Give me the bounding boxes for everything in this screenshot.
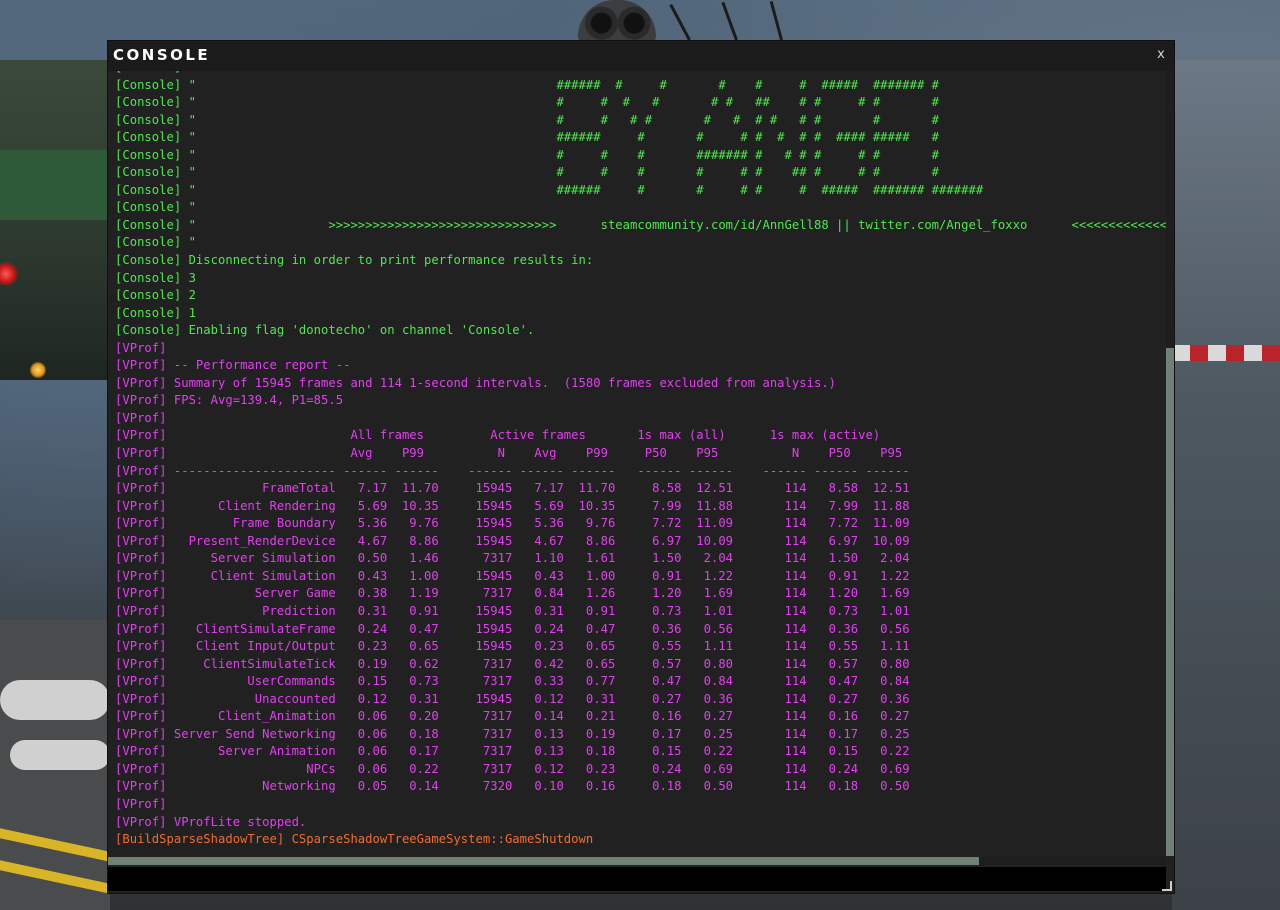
console-line: [VProf] ClientSimulateTick 0.19 0.62 731… <box>115 656 910 671</box>
console-line: [Console] " ###### # # # # # ##### #####… <box>115 182 984 197</box>
console-line: [VProf] NPCs 0.06 0.22 7317 0.12 0.23 0.… <box>115 761 910 776</box>
console-titlebar[interactable]: CONSOLE x <box>108 41 1174 71</box>
console-line: [VProf] Avg P99 N Avg P99 P50 P95 N P50 … <box>115 446 903 461</box>
console-line: [VProf] Present_RenderDevice 4.67 8.86 1… <box>115 533 910 548</box>
console-line: [VProf] Server Send Networking 0.06 0.18… <box>115 726 910 741</box>
console-line: [Console] Disconnecting in order to prin… <box>115 253 594 268</box>
console-line: [VProf] <box>115 410 167 425</box>
console-line: [VProf] UserCommands 0.15 0.73 7317 0.33… <box>115 674 910 689</box>
console-line: [BuildSparseShadowTree] CSparseShadowTre… <box>115 832 594 847</box>
console-line: [VProf] ClientSimulateFrame 0.24 0.47 15… <box>115 621 910 636</box>
console-line: [VProf] All frames Active frames 1s max … <box>115 428 881 443</box>
bg-road-marking <box>0 680 110 720</box>
console-line: [VProf] FrameTotal 7.17 11.70 15945 7.17… <box>115 481 910 496</box>
console-line: [Console] " <box>115 235 196 250</box>
bg-antenna <box>721 1 738 41</box>
console-line: [VProf] <box>115 340 167 355</box>
vertical-scrollbar-thumb[interactable] <box>1166 348 1174 856</box>
console-line: [VProf] Server Simulation 0.50 1.46 7317… <box>115 551 910 566</box>
console-line: [VProf] -- Performance report -- <box>115 358 351 373</box>
console-line: [VProf] <box>115 796 167 811</box>
vertical-scrollbar[interactable] <box>1166 71 1174 857</box>
console-line: [Console] Enabling flag 'donotecho' on c… <box>115 323 535 338</box>
console-line: [VProf] Networking 0.05 0.14 7320 0.10 0… <box>115 779 910 794</box>
console-line: [Console] 1 <box>115 305 196 320</box>
console-line: [Console] 3 <box>115 270 196 285</box>
console-line: [VProf] Client Rendering 5.69 10.35 1594… <box>115 498 910 513</box>
bg-antenna <box>769 0 783 41</box>
horizontal-scrollbar-thumb[interactable] <box>108 857 979 865</box>
console-line: [Console] " ###### # # # # # ##### #####… <box>115 77 940 92</box>
console-line: [Console] " ###### # # # # # # # #### ##… <box>115 130 940 145</box>
bg-vehicle <box>0 60 120 380</box>
console-line: [VProf] Server Animation 0.06 0.17 7317 … <box>115 744 910 759</box>
console-line: [VProf] Unaccounted 0.12 0.31 15945 0.12… <box>115 691 910 706</box>
console-line: [Console] " >>>>>>>>>>>>>>>>>>>>>>>>>>>>… <box>115 217 1166 232</box>
bg-barrier <box>1172 345 1280 361</box>
console-line: [VProf] Frame Boundary 5.36 9.76 15945 5… <box>115 516 910 531</box>
console-line: [Console] 2 <box>115 288 196 303</box>
console-output: [Console] " [Console] " ###### # # # # # … <box>108 71 1166 857</box>
bg-vehicle-stripe <box>0 150 112 220</box>
console-line: [VProf] Server Game 0.38 1.19 7317 0.84 … <box>115 586 910 601</box>
console-line: [Console] " # # # # # # ## # # # # <box>115 165 940 180</box>
console-line: [Console] " # # # ####### # # # # # # # <box>115 147 940 162</box>
console-line: [Console] " # # # # # # # # # # # # <box>115 112 940 127</box>
bg-antenna <box>669 3 691 41</box>
console-line: [Console] " <box>115 200 196 215</box>
console-line: [Console] " # # # # # # ## # # # # # <box>115 95 940 110</box>
console-lines: [Console] " [Console] " ###### # # # # # … <box>115 71 1166 849</box>
console-line: [VProf] FPS: Avg=139.4, P1=85.5 <box>115 393 344 408</box>
console-line: [VProf] Client Input/Output 0.23 0.65 15… <box>115 639 910 654</box>
bg-amber-light <box>30 362 46 378</box>
horizontal-scrollbar[interactable] <box>108 857 1166 865</box>
console-line: [VProf] Client Simulation 0.43 1.00 1594… <box>115 568 910 583</box>
resize-grip-icon[interactable] <box>1162 881 1172 891</box>
console-line: [VProf] ---------------------- ------ --… <box>115 463 910 478</box>
close-icon[interactable]: x <box>1154 47 1168 62</box>
console-line: [VProf] Summary of 15945 frames and 114 … <box>115 375 837 390</box>
console-title: CONSOLE <box>113 46 211 64</box>
console-line: [VProf] VProfLite stopped. <box>115 814 307 829</box>
console-window: CONSOLE x [Console] " [Console] " ###### … <box>108 41 1174 893</box>
bg-character-head <box>578 0 656 42</box>
command-input[interactable] <box>108 867 1166 891</box>
bg-road-marking-2 <box>10 740 110 770</box>
console-line: [VProf] Client_Animation 0.06 0.20 7317 … <box>115 709 910 724</box>
bg-building-right <box>1172 60 1280 910</box>
console-line: [VProf] Prediction 0.31 0.91 15945 0.31 … <box>115 603 910 618</box>
